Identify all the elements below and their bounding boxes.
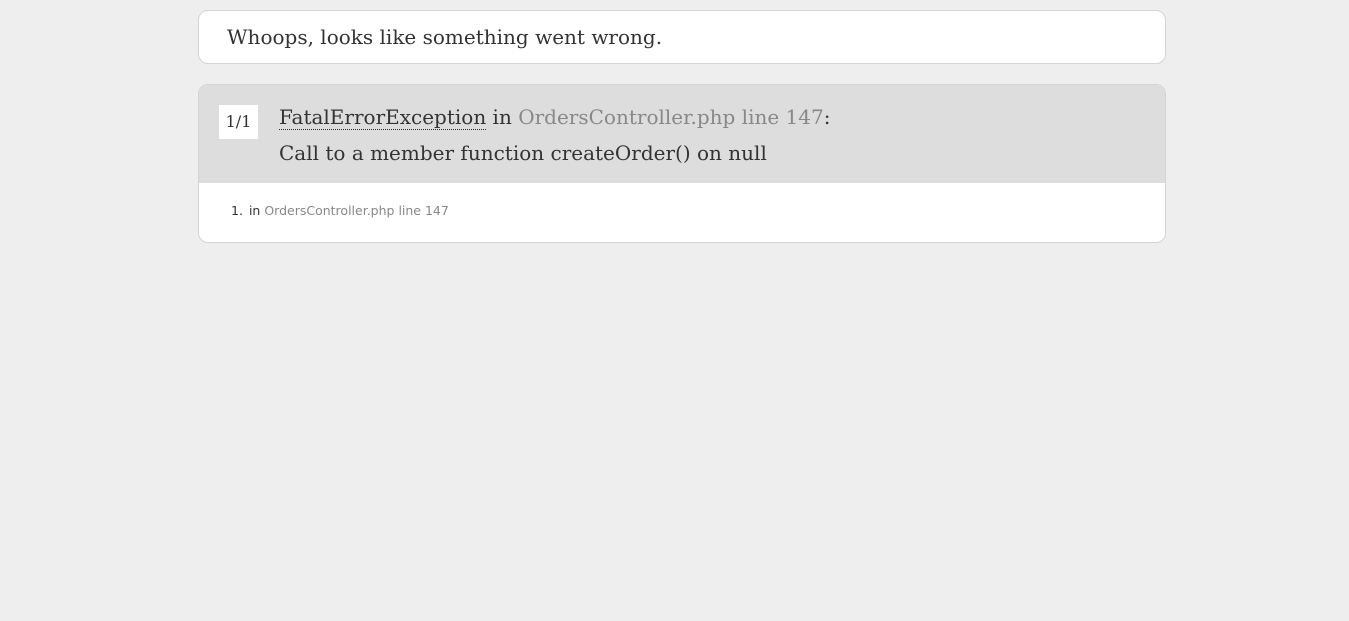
trace-item-number: 1.	[231, 203, 243, 218]
exception-colon: :	[823, 105, 831, 129]
exception-message: Call to a member function createOrder() …	[279, 141, 767, 165]
exception-file-link[interactable]: OrdersController.php line 147	[518, 105, 824, 129]
trace-item-file-link[interactable]: OrdersController.php line 147	[264, 203, 449, 218]
exception-counter: 1/1	[219, 105, 258, 139]
stack-trace: 1. in OrdersController.php line 147	[199, 183, 1165, 242]
exception-header: 1/1 FatalErrorException in OrdersControl…	[199, 85, 1165, 183]
trace-item: 1. in OrdersController.php line 147	[231, 204, 449, 218]
exception-title: FatalErrorException in OrdersController.…	[279, 104, 830, 130]
exception-class-name[interactable]: FatalErrorException	[279, 105, 487, 130]
exception-panel: 1/1 FatalErrorException in OrdersControl…	[198, 84, 1166, 243]
trace-item-in-word: in	[248, 203, 261, 218]
exception-in-word: in	[486, 105, 519, 129]
error-header-panel: Whoops, looks like something went wrong.	[198, 10, 1166, 64]
page-title: Whoops, looks like something went wrong.	[227, 25, 663, 49]
